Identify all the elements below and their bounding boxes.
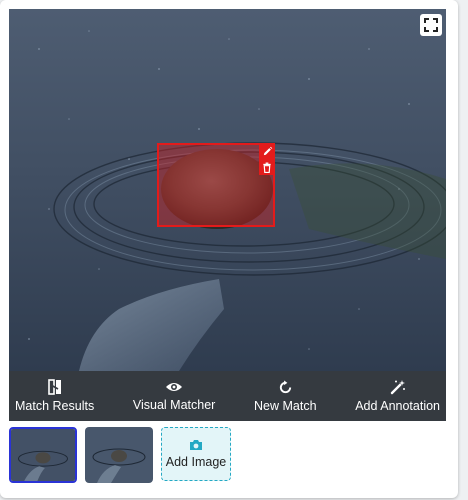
visual-matcher-button[interactable]: Visual Matcher	[127, 371, 221, 421]
image-panel: Match Results Visual Matcher New Match A…	[0, 0, 458, 498]
match-results-label: Match Results	[15, 399, 95, 413]
refresh-icon	[279, 379, 291, 393]
fullscreen-button[interactable]	[420, 14, 442, 36]
add-annotation-button[interactable]: Add Annotation	[349, 371, 446, 421]
new-match-button[interactable]: New Match	[248, 371, 323, 421]
pencil-icon	[263, 146, 272, 155]
delete-annotation-button[interactable]	[259, 159, 275, 175]
match-results-button[interactable]: Match Results	[9, 371, 100, 421]
thumbnail-strip: Add Image	[9, 427, 231, 487]
new-match-label: New Match	[254, 398, 317, 413]
add-annotation-label: Add Annotation	[355, 399, 440, 413]
eye-icon	[166, 383, 183, 391]
camera-icon	[190, 440, 202, 450]
thumbnail-image	[11, 429, 75, 481]
match-results-icon	[47, 379, 61, 395]
add-image-button[interactable]: Add Image	[161, 427, 231, 481]
magic-wand-icon	[390, 380, 405, 395]
action-toolbar: Match Results Visual Matcher New Match A…	[9, 371, 446, 421]
add-image-label: Add Image	[165, 455, 227, 469]
expand-icon	[424, 18, 438, 32]
trash-icon	[263, 162, 271, 173]
visual-matcher-label: Visual Matcher	[132, 398, 216, 412]
annotation-tools	[259, 143, 275, 175]
image-viewer[interactable]	[9, 9, 446, 371]
annotation-box[interactable]	[157, 143, 275, 227]
thumbnail-image	[85, 427, 153, 483]
thumbnail-2[interactable]	[85, 427, 153, 483]
thumbnail-1[interactable]	[9, 427, 77, 483]
edit-annotation-button[interactable]	[259, 143, 275, 159]
